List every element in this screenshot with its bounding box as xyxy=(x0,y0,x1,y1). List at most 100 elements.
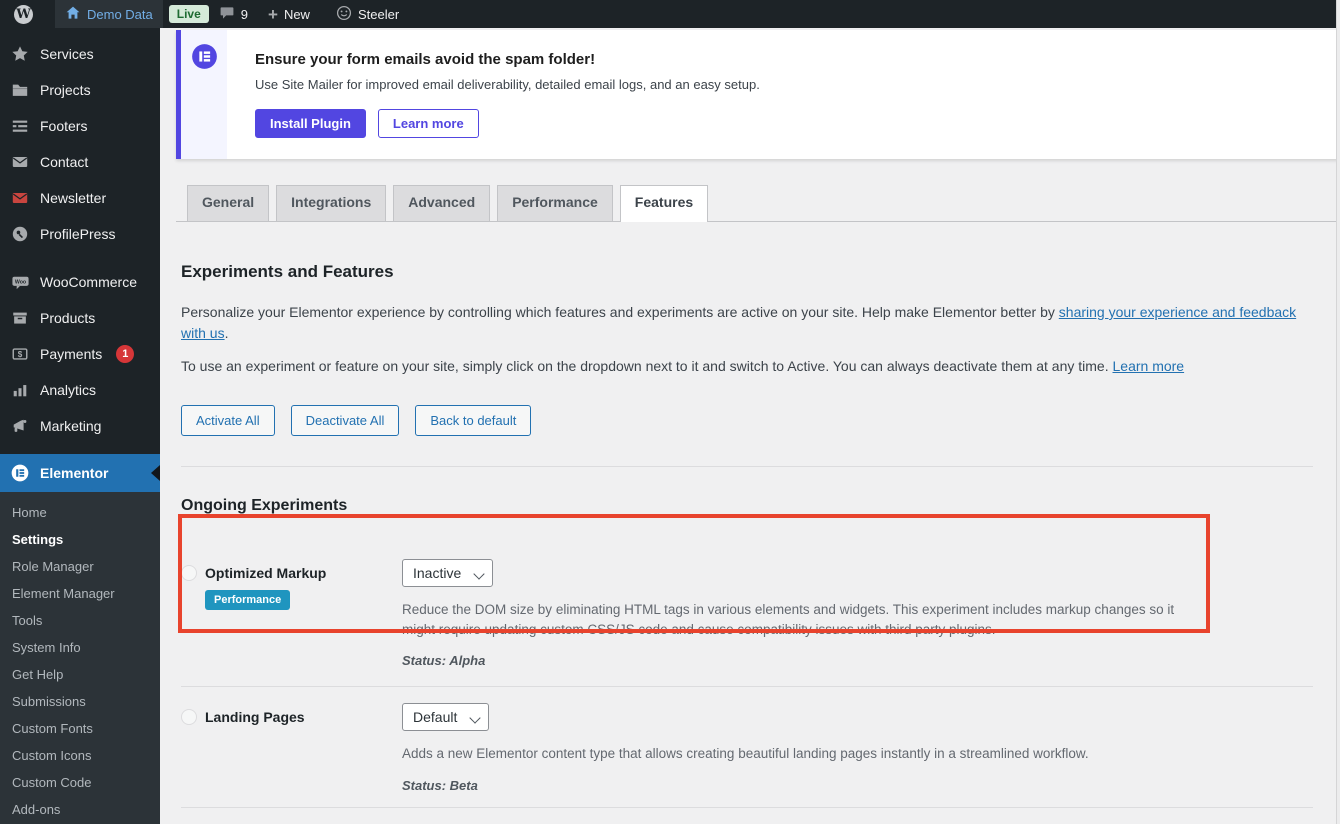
current-menu-arrow-icon xyxy=(151,465,160,481)
banner-icon-strip xyxy=(181,30,227,159)
sidebar-item-woocommerce[interactable]: Woo WooCommerce xyxy=(0,264,160,300)
learn-more-button[interactable]: Learn more xyxy=(377,109,479,138)
intro-1-text: Personalize your Elementor experience by… xyxy=(181,304,1059,320)
archive-box-icon xyxy=(10,308,30,328)
experiment-indicator-dot xyxy=(181,565,197,581)
sidebar-item-analytics[interactable]: Analytics xyxy=(0,372,160,408)
deactivate-all-button[interactable]: Deactivate All xyxy=(290,405,400,436)
user-name-label: Steeler xyxy=(357,6,400,22)
megaphone-icon xyxy=(10,416,30,436)
performance-tag-badge: Performance xyxy=(205,590,291,610)
envelope-icon xyxy=(10,152,30,172)
comment-bubble-icon xyxy=(219,5,235,24)
user-account-menu[interactable]: Steeler xyxy=(326,0,409,28)
sidebar-item-label: Products xyxy=(40,310,96,326)
sidebar-item-services[interactable]: Services xyxy=(0,36,160,72)
tab-general[interactable]: General xyxy=(187,185,270,221)
sidebar-item-footers[interactable]: Footers xyxy=(0,108,160,144)
submenu-item-add-ons[interactable]: Add-ons xyxy=(0,796,160,823)
svg-text:$: $ xyxy=(18,350,23,359)
comments-menu[interactable]: 9 xyxy=(209,0,258,28)
experiment-name: Landing Pages xyxy=(205,709,305,726)
experiment-status: Status: Beta xyxy=(402,777,478,793)
experiment-description: Adds a new Elementor content type that a… xyxy=(402,746,1089,762)
back-to-default-button[interactable]: Back to default xyxy=(415,405,532,436)
submenu-item-system-info[interactable]: System Info xyxy=(0,634,160,661)
submenu-item-custom-icons[interactable]: Custom Icons xyxy=(0,742,160,769)
experiment-state-select-wrap: Inactive xyxy=(402,559,493,587)
sidebar-item-label: Analytics xyxy=(40,382,97,398)
sidebar-item-payments[interactable]: $ Payments 1 xyxy=(0,336,160,372)
intro-1-period: . xyxy=(224,325,229,341)
wordpress-logo-menu[interactable]: W xyxy=(0,0,43,28)
sidebar-item-products[interactable]: Products xyxy=(0,300,160,336)
payments-count-badge: 1 xyxy=(116,345,135,363)
live-badge: Live xyxy=(168,5,209,23)
banner-title: Ensure your form emails avoid the spam f… xyxy=(255,51,596,68)
submenu-item-submissions[interactable]: Submissions xyxy=(0,688,160,715)
experiment-row-landing-pages: Landing Pages Default Adds a new Element… xyxy=(181,687,1313,808)
landing-pages-state-select[interactable]: Default xyxy=(402,703,489,732)
page-title: Experiments and Features xyxy=(181,262,394,281)
experiment-description: Reduce the DOM size by eliminating HTML … xyxy=(402,602,1175,637)
woocommerce-icon: Woo xyxy=(10,272,30,292)
bar-chart-icon xyxy=(10,380,30,400)
submenu-item-role-manager[interactable]: Role Manager xyxy=(0,553,160,580)
svg-text:Woo: Woo xyxy=(14,279,25,285)
submenu-item-custom-code[interactable]: Custom Code xyxy=(0,769,160,796)
profilepress-icon xyxy=(10,224,30,244)
sidebar-item-label: Newsletter xyxy=(40,190,107,206)
wordpress-logo-icon: W xyxy=(14,4,33,24)
submenu-item-element-manager[interactable]: Element Manager xyxy=(0,580,160,607)
new-label: New xyxy=(283,6,310,22)
install-plugin-button[interactable]: Install Plugin xyxy=(255,109,366,138)
home-icon xyxy=(65,5,81,24)
footer-layout-icon xyxy=(10,116,30,136)
user-avatar-icon xyxy=(336,5,352,24)
sidebar-item-profilepress[interactable]: ProfilePress xyxy=(0,216,160,252)
star-icon xyxy=(10,44,30,64)
optimized-markup-state-select[interactable]: Inactive xyxy=(402,559,493,587)
sidebar-item-elementor[interactable]: Elementor xyxy=(0,454,160,492)
sidebar-item-label: Footers xyxy=(40,118,88,134)
comment-count: 9 xyxy=(240,6,248,22)
banner-content: Ensure your form emails avoid the spam f… xyxy=(227,30,780,159)
tab-features[interactable]: Features xyxy=(619,185,709,222)
elementor-badge-icon xyxy=(191,43,218,159)
learn-more-link[interactable]: Learn more xyxy=(1113,358,1185,374)
tab-advanced[interactable]: Advanced xyxy=(393,185,491,221)
section-divider xyxy=(181,466,1313,467)
wordpress-admin-page: W Demo Data Live 9 + New Steeler Service… xyxy=(0,0,1340,824)
submenu-item-tools[interactable]: Tools xyxy=(0,607,160,634)
experiment-status: Status: Alpha xyxy=(402,653,486,669)
vertical-scrollbar[interactable] xyxy=(1336,0,1340,824)
activate-all-button[interactable]: Activate All xyxy=(181,405,275,436)
tab-integrations[interactable]: Integrations xyxy=(276,185,387,221)
submenu-item-custom-fonts[interactable]: Custom Fonts xyxy=(0,715,160,742)
elementor-icon xyxy=(10,463,30,483)
sidebar-item-projects[interactable]: Projects xyxy=(0,72,160,108)
submenu-item-settings[interactable]: Settings xyxy=(0,526,160,553)
experiment-state-select-wrap: Default xyxy=(402,703,489,732)
sidebar-item-marketing[interactable]: Marketing xyxy=(0,408,160,444)
new-content-menu[interactable]: + New xyxy=(258,0,320,28)
sidebar-item-label: Payments xyxy=(40,346,103,362)
experiment-row-nested-elements: Nested Elements Inactive xyxy=(181,808,1313,824)
sidebar-item-label: Contact xyxy=(40,154,89,170)
site-name-menu[interactable]: Demo Data xyxy=(55,0,163,28)
banner-description: Use Site Mailer for improved email deliv… xyxy=(255,77,760,92)
site-name-label: Demo Data xyxy=(87,6,153,22)
intro-2-text: To use an experiment or feature on your … xyxy=(181,358,1113,374)
plus-icon: + xyxy=(268,4,278,24)
experiment-name: Optimized Markup xyxy=(205,565,327,581)
intro-paragraph-2: To use an experiment or feature on your … xyxy=(181,356,1313,377)
experiment-row-optimized-markup: Optimized Markup Performance Inactive Re… xyxy=(181,559,1313,688)
submenu-item-get-help[interactable]: Get Help xyxy=(0,661,160,688)
sidebar-item-newsletter[interactable]: Newsletter xyxy=(0,180,160,216)
submenu-item-home[interactable]: Home xyxy=(0,499,160,526)
tab-performance[interactable]: Performance xyxy=(497,185,613,221)
sidebar-item-contact[interactable]: Contact xyxy=(0,144,160,180)
admin-sidebar: Services Projects Footers Contact Newsle xyxy=(0,28,160,824)
features-tab-content: Experiments and Features Personalize you… xyxy=(176,222,1340,824)
sidebar-item-label: Marketing xyxy=(40,418,102,434)
